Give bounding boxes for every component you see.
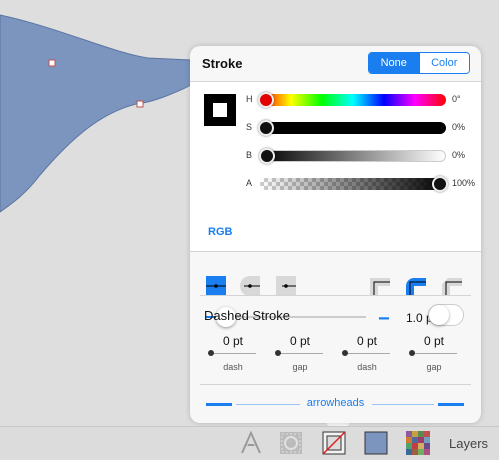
- gap-field-2[interactable]: 0 pt gap: [405, 332, 463, 378]
- brightness-slider[interactable]: [259, 148, 446, 164]
- divider: [200, 295, 471, 296]
- gap-1-slider[interactable]: [277, 353, 323, 354]
- gap-1-value: 0 pt: [289, 334, 310, 348]
- arrowhead-line: [372, 404, 434, 405]
- dash-field-2[interactable]: 0 pt dash: [338, 332, 396, 378]
- bottom-toolbar: Layers: [0, 426, 499, 460]
- gap-2-value: 0 pt: [423, 334, 444, 348]
- fill-tool-icon[interactable]: [279, 431, 303, 455]
- dash-field-1[interactable]: 0 pt dash: [204, 332, 262, 378]
- gap-2-label: gap: [426, 362, 442, 372]
- stroke-color-swatch[interactable]: [204, 94, 236, 126]
- hue-slider-knob[interactable]: [258, 92, 274, 108]
- control-point: [136, 100, 144, 108]
- popover-header: Stroke None Color: [190, 46, 481, 82]
- dashed-stroke-label: Dashed Stroke: [204, 308, 290, 323]
- brightness-slider-knob[interactable]: [259, 148, 275, 164]
- popover-title: Stroke: [202, 56, 243, 71]
- control-point: [48, 59, 56, 67]
- brightness-label: B: [246, 150, 253, 160]
- divider: [200, 384, 471, 385]
- alpha-label: A: [246, 178, 253, 188]
- layers-button[interactable]: Layers: [449, 436, 488, 451]
- dash-2-label: dash: [357, 362, 377, 372]
- dash-2-slider[interactable]: [344, 353, 390, 354]
- palette-grid-icon[interactable]: [406, 431, 430, 455]
- hue-label: H: [246, 94, 253, 104]
- stroke-tool-icon[interactable]: [322, 431, 346, 455]
- alpha-slider[interactable]: [260, 176, 448, 192]
- decrease-width-button[interactable]: −: [378, 308, 390, 331]
- dash-2-slider-knob[interactable]: [342, 350, 348, 356]
- mode-none-button[interactable]: None: [369, 53, 419, 73]
- dash-1-slider-knob[interactable]: [208, 350, 214, 356]
- gap-2-slider[interactable]: [411, 353, 457, 354]
- mode-color-button[interactable]: Color: [418, 53, 469, 73]
- saturation-value: 0%: [452, 122, 466, 132]
- stroke-popover: Stroke None Color RGB H 0° S 0% B 0% A 1…: [190, 46, 481, 423]
- hue-value: 0°: [452, 94, 461, 104]
- gap-1-label: gap: [292, 362, 308, 372]
- saturation-label: S: [246, 122, 253, 132]
- stroke-mode-segmented-control[interactable]: None Color: [368, 52, 470, 74]
- gap-field-1[interactable]: 0 pt gap: [271, 332, 329, 378]
- arrowheads-row[interactable]: arrowheads: [190, 391, 481, 417]
- dash-1-value: 0 pt: [222, 334, 243, 348]
- shape-color-icon[interactable]: [364, 431, 388, 455]
- dashed-stroke-toggle[interactable]: [428, 304, 464, 326]
- color-model-button[interactable]: RGB: [208, 226, 232, 238]
- color-picker: RGB H 0° S 0% B 0% A 100%: [190, 82, 481, 252]
- alpha-value: 100%: [452, 178, 476, 188]
- alpha-slider-knob[interactable]: [432, 176, 448, 192]
- brightness-value: 0%: [452, 150, 466, 160]
- saturation-slider[interactable]: [258, 120, 446, 136]
- dash-1-label: dash: [223, 362, 243, 372]
- hue-slider[interactable]: [258, 92, 446, 108]
- gap-2-slider-knob[interactable]: [409, 350, 415, 356]
- dash-2-value: 0 pt: [356, 334, 377, 348]
- dash-1-slider[interactable]: [210, 353, 256, 354]
- text-tool-icon[interactable]: [240, 431, 262, 455]
- gap-1-slider-knob[interactable]: [275, 350, 281, 356]
- saturation-slider-knob[interactable]: [258, 120, 274, 136]
- end-arrowhead-button[interactable]: [438, 403, 464, 406]
